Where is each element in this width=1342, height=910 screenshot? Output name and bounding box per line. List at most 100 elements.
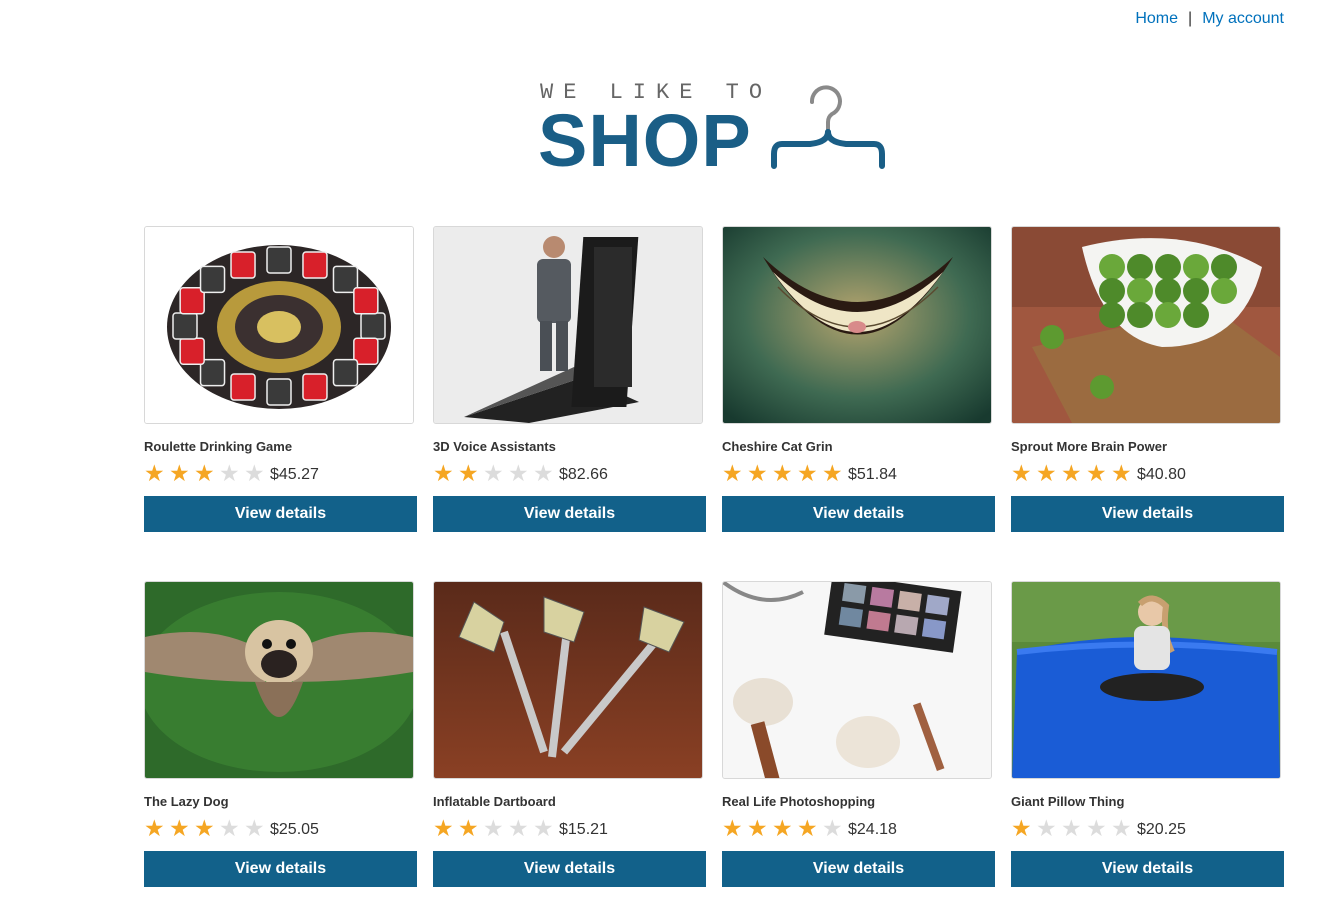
star-filled-icon: ★ [772, 815, 793, 841]
product-card: Cheshire Cat Grin ★ ★ ★ ★ ★ $51.84 View deta… [722, 226, 995, 532]
pillow-image[interactable] [1011, 581, 1281, 779]
view-details-button[interactable]: View details [144, 851, 417, 887]
product-meta: ★ ★ ★ ★ ★ $51.84 [722, 460, 995, 486]
my-account-link[interactable]: My account [1202, 10, 1284, 27]
product-name: Roulette Drinking Game [144, 439, 293, 454]
star-filled-icon: ★ [458, 460, 479, 486]
view-details-button[interactable]: View details [433, 496, 706, 532]
product-name: Giant Pillow Thing [1011, 794, 1125, 809]
star-filled-icon: ★ [194, 815, 215, 841]
roulette-image[interactable] [144, 226, 414, 424]
star-filled-icon: ★ [169, 460, 190, 486]
view-details-button[interactable]: View details [722, 851, 995, 887]
star-empty-icon: ★ [533, 460, 554, 486]
star-empty-icon: ★ [219, 460, 240, 486]
view-details-button[interactable]: View details [433, 851, 706, 887]
product-image [434, 227, 702, 423]
star-filled-icon: ★ [797, 815, 818, 841]
star-filled-icon: ★ [797, 460, 818, 486]
makeup-image[interactable] [722, 581, 992, 779]
darts-image[interactable] [433, 581, 703, 779]
rating-stars: ★ ★ ★ ★ ★ [1011, 461, 1136, 485]
star-empty-icon: ★ [483, 815, 504, 841]
phone-figure-image[interactable] [433, 226, 703, 424]
star-filled-icon: ★ [144, 460, 165, 486]
product-image [1012, 227, 1280, 423]
star-empty-icon: ★ [508, 815, 529, 841]
rating-stars: ★ ★ ★ ★ ★ [1011, 816, 1136, 840]
product-meta: ★ ★ ★ ★ ★ $24.18 [722, 815, 995, 841]
star-filled-icon: ★ [722, 815, 743, 841]
product-name: 3D Voice Assistants [433, 439, 556, 454]
product-price: $51.84 [848, 466, 897, 483]
star-empty-icon: ★ [483, 460, 504, 486]
home-link[interactable]: Home [1135, 10, 1178, 27]
star-filled-icon: ★ [1011, 815, 1032, 841]
star-empty-icon: ★ [219, 815, 240, 841]
product-card: 3D Voice Assistants ★ ★ ★ ★ ★ $82.66 View de… [433, 226, 706, 532]
rating-stars: ★ ★ ★ ★ ★ [144, 461, 269, 485]
view-details-button[interactable]: View details [1011, 496, 1284, 532]
hanger-icon [771, 85, 885, 169]
product-image [145, 582, 413, 778]
star-filled-icon: ★ [822, 460, 843, 486]
product-price: $45.27 [270, 466, 319, 483]
rating-stars: ★ ★ ★ ★ ★ [433, 461, 558, 485]
product-meta: ★ ★ ★ ★ ★ $15.21 [433, 815, 706, 841]
site-logo[interactable]: WE LIKE TO SHOP [538, 80, 898, 182]
product-name: Cheshire Cat Grin [722, 439, 833, 454]
star-filled-icon: ★ [1111, 460, 1132, 486]
star-filled-icon: ★ [1086, 460, 1107, 486]
product-card: Real Life Photoshopping ★ ★ ★ ★ ★ $24.18 Vie… [722, 581, 995, 887]
product-name: Inflatable Dartboard [433, 794, 556, 809]
product-name: Real Life Photoshopping [722, 794, 876, 809]
product-name: The Lazy Dog [144, 794, 229, 809]
view-details-button[interactable]: View details [1011, 851, 1284, 887]
product-card: Inflatable Dartboard ★ ★ ★ ★ ★ $15.21 View d… [433, 581, 706, 887]
product-name: Sprout More Brain Power [1011, 439, 1168, 454]
product-meta: ★ ★ ★ ★ ★ $20.25 [1011, 815, 1284, 841]
product-meta: ★ ★ ★ ★ ★ $45.27 [144, 460, 417, 486]
star-filled-icon: ★ [747, 815, 768, 841]
star-filled-icon: ★ [169, 815, 190, 841]
view-details-button[interactable]: View details [144, 496, 417, 532]
product-grid: Roulette Drinking Game ★ ★ ★ ★ ★ $45.27 View… [144, 226, 1284, 887]
product-image [723, 227, 991, 423]
star-filled-icon: ★ [433, 815, 454, 841]
star-filled-icon: ★ [1036, 460, 1057, 486]
product-image [723, 582, 991, 778]
product-card: Sprout More Brain Power ★ ★ ★ ★ ★ $40.80 Vie… [1011, 226, 1284, 532]
nav-separator: | [1188, 10, 1193, 27]
star-empty-icon: ★ [1111, 815, 1132, 841]
grin-image[interactable] [722, 226, 992, 424]
product-image [434, 582, 702, 778]
star-filled-icon: ★ [1011, 460, 1032, 486]
product-card: Giant Pillow Thing ★ ★ ★ ★ ★ $20.25 View det… [1011, 581, 1284, 887]
star-filled-icon: ★ [194, 460, 215, 486]
product-price: $25.05 [270, 821, 319, 838]
product-image [145, 227, 413, 423]
star-empty-icon: ★ [1061, 815, 1082, 841]
flying-pug-image[interactable] [144, 581, 414, 779]
star-empty-icon: ★ [1036, 815, 1057, 841]
star-filled-icon: ★ [144, 815, 165, 841]
rating-stars: ★ ★ ★ ★ ★ [144, 816, 269, 840]
product-meta: ★ ★ ★ ★ ★ $82.66 [433, 460, 706, 486]
product-card: The Lazy Dog ★ ★ ★ ★ ★ $25.05 View details [144, 581, 417, 887]
star-filled-icon: ★ [772, 460, 793, 486]
logo-wordmark: SHOP [538, 99, 752, 182]
rating-stars: ★ ★ ★ ★ ★ [433, 816, 558, 840]
star-filled-icon: ★ [722, 460, 743, 486]
star-filled-icon: ★ [458, 815, 479, 841]
view-details-button[interactable]: View details [722, 496, 995, 532]
sprouts-image[interactable] [1011, 226, 1281, 424]
rating-stars: ★ ★ ★ ★ ★ [722, 461, 847, 485]
star-empty-icon: ★ [508, 460, 529, 486]
product-price: $20.25 [1137, 821, 1186, 838]
product-price: $24.18 [848, 821, 897, 838]
star-empty-icon: ★ [822, 815, 843, 841]
star-filled-icon: ★ [433, 460, 454, 486]
product-meta: ★ ★ ★ ★ ★ $40.80 [1011, 460, 1284, 486]
star-empty-icon: ★ [244, 460, 265, 486]
product-price: $82.66 [559, 466, 608, 483]
